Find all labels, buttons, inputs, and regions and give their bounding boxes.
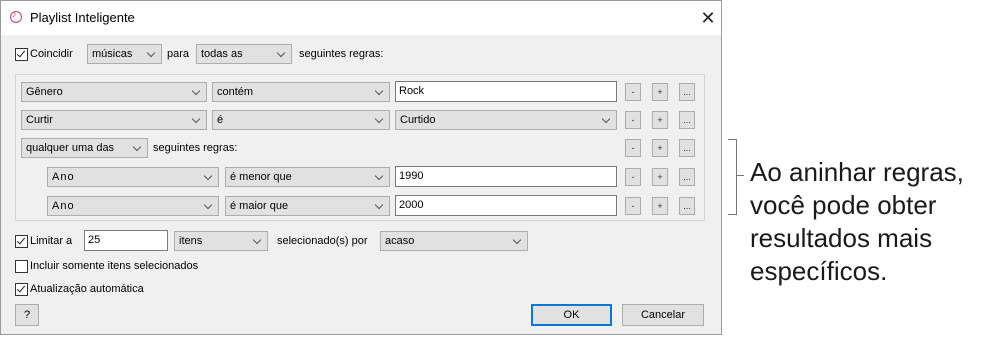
nested-rule-value-input[interactable]: 2000 [395, 195, 617, 216]
music-app-icon [10, 9, 22, 23]
rule-operator-select[interactable]: é [212, 110, 390, 130]
limit-unit-value: itens [179, 235, 203, 247]
callout-line: você pode obter [750, 190, 937, 220]
help-button[interactable]: ? [15, 304, 39, 326]
ok-button[interactable]: OK [531, 304, 612, 326]
window-title: Playlist Inteligente [30, 10, 135, 25]
nested-rule-field-value: Ano [52, 200, 75, 212]
chevron-down-icon [203, 197, 213, 215]
nested-scope-value: qualquer uma das [26, 142, 115, 154]
callout-line: Ao aninhar regras, [750, 157, 964, 187]
match-connector-label: para [167, 48, 190, 60]
nested-rule-operator-value: é menor que [230, 171, 292, 183]
chevron-down-icon [276, 45, 286, 63]
nest-rule-button[interactable]: ... [679, 168, 695, 186]
nested-rules-bracket [728, 139, 737, 215]
chevron-down-icon [601, 111, 611, 129]
rule-value-select[interactable]: Curtido [395, 110, 617, 130]
chevron-down-icon [374, 83, 384, 101]
match-type-value: músicas [92, 48, 133, 60]
live-update-checkbox[interactable] [15, 283, 28, 296]
limit-checkbox[interactable] [15, 235, 28, 248]
rule-field-value: Curtir [26, 114, 53, 126]
rule-operator-value: contém [217, 86, 254, 98]
rule-field-select[interactable]: Curtir [21, 110, 207, 130]
add-rule-button[interactable]: + [652, 168, 668, 186]
close-icon[interactable]: ✕ [695, 5, 721, 31]
nest-rule-button[interactable]: ... [679, 197, 695, 215]
rule-field-select[interactable]: Gênero [21, 82, 207, 102]
nested-rule-operator-select[interactable]: é menor que [225, 167, 390, 187]
live-update-label: Atualização automática [30, 283, 144, 295]
limit-label: Limitar a [30, 235, 73, 247]
rule-value: Curtido [400, 114, 436, 126]
chevron-down-icon [252, 232, 262, 250]
rule-field-value: Gênero [26, 86, 63, 98]
remove-rule-button[interactable]: - [625, 83, 641, 101]
only-checked-checkbox[interactable] [15, 260, 28, 273]
only-checked-label: Incluir somente itens selecionados [30, 260, 199, 272]
chevron-down-icon [374, 197, 384, 215]
nested-rule-field-select[interactable]: Ano [47, 196, 219, 216]
add-rule-button[interactable]: + [652, 111, 668, 129]
chevron-down-icon [146, 45, 156, 63]
rule-operator-select[interactable]: contém [212, 82, 390, 102]
chevron-down-icon [374, 111, 384, 129]
chevron-down-icon [191, 111, 201, 129]
limit-value-input[interactable]: 25 [84, 230, 168, 251]
rule-operator-value: é [217, 114, 224, 126]
nested-suffix-label: seguintes regras: [153, 142, 238, 154]
remove-rule-button[interactable]: - [625, 111, 641, 129]
add-rule-button[interactable]: + [652, 197, 668, 215]
match-scope-value: todas as [201, 48, 243, 60]
callout-text: Ao aninhar regras, você pode obter resul… [750, 156, 964, 288]
remove-rule-button[interactable]: - [625, 139, 641, 157]
selected-by-value: acaso [385, 235, 415, 247]
selected-by-select[interactable]: acaso [380, 231, 528, 251]
nest-rule-button[interactable]: ... [679, 139, 695, 157]
chevron-down-icon [191, 83, 201, 101]
remove-rule-button[interactable]: - [625, 168, 641, 186]
remove-rule-button[interactable]: - [625, 197, 641, 215]
nested-scope-select[interactable]: qualquer uma das [21, 138, 148, 158]
selected-by-label: selecionado(s) por [277, 235, 368, 247]
match-scope-select[interactable]: todas as [196, 44, 292, 64]
chevron-down-icon [374, 168, 384, 186]
chevron-down-icon [512, 232, 522, 250]
add-rule-button[interactable]: + [652, 83, 668, 101]
chevron-down-icon [132, 139, 142, 157]
callout-line: resultados mais [750, 223, 933, 253]
nested-rule-field-value: Ano [52, 171, 75, 183]
chevron-down-icon [203, 168, 213, 186]
smart-playlist-dialog: Playlist Inteligente ✕ Coincidir músicas… [0, 0, 722, 335]
nested-rule-operator-select[interactable]: é maior que [225, 196, 390, 216]
limit-unit-select[interactable]: itens [174, 231, 268, 251]
nested-rule-value-input[interactable]: 1990 [395, 166, 617, 187]
nest-rule-button[interactable]: ... [679, 111, 695, 129]
bracket-pointer [737, 175, 744, 176]
match-label: Coincidir [30, 48, 73, 60]
match-type-select[interactable]: músicas [87, 44, 162, 64]
cancel-button[interactable]: Cancelar [622, 304, 704, 326]
nested-rule-field-select[interactable]: Ano [47, 167, 219, 187]
callout-line: específicos. [750, 256, 888, 286]
match-suffix-label: seguintes regras: [299, 48, 384, 60]
match-checkbox[interactable] [15, 48, 28, 61]
rule-value-input[interactable]: Rock [395, 81, 617, 102]
title-bar: Playlist Inteligente ✕ [1, 1, 721, 35]
nested-rule-operator-value: é maior que [230, 200, 289, 212]
add-rule-button[interactable]: + [652, 139, 668, 157]
nest-rule-button[interactable]: ... [679, 83, 695, 101]
